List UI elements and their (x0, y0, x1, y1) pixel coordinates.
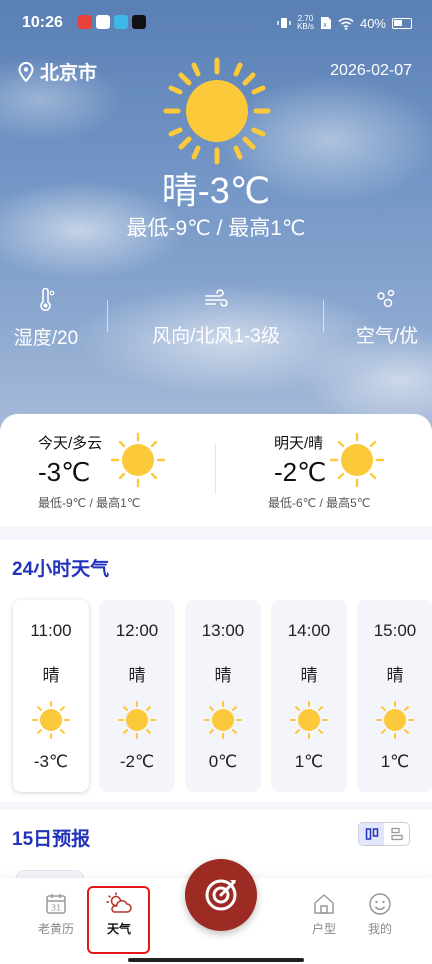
humidity: 湿度/20 (6, 287, 86, 350)
today-range: 最低-9℃ / 最高1℃ (38, 496, 141, 510)
wind-icon (205, 289, 228, 307)
hour-time: 13:00 (201, 621, 245, 640)
view-toggle[interactable] (358, 822, 410, 846)
hour-temp: 1℃ (380, 752, 410, 771)
nav-calendar-label: 老黄历 (37, 922, 74, 936)
sun-icon (118, 701, 156, 739)
forecast-title: 15日预报 (12, 829, 91, 850)
temp-range: 最低-9℃ / 最高1℃ (126, 217, 306, 240)
air-quality: 空气/优 (346, 288, 428, 348)
status-app-icons (78, 15, 146, 29)
app-notification-icon (114, 15, 128, 29)
nav-house-label: 户型 (311, 922, 336, 936)
divider (107, 300, 108, 332)
svg-text:31: 31 (51, 904, 61, 913)
sun-icon (290, 701, 328, 739)
location-pin-icon (18, 61, 34, 82)
calendar-icon: 31 (46, 894, 66, 914)
hour-condition: 晴 (128, 666, 146, 685)
list-view-icon (390, 827, 403, 841)
hour-temp: 1℃ (294, 752, 324, 771)
sun-icon (329, 432, 385, 488)
list-view-button[interactable] (384, 823, 409, 845)
svg-text:x: x (323, 21, 327, 29)
net-speed: 2.70 KB/s (297, 15, 314, 31)
hour-temp: -2℃ (119, 752, 155, 771)
sun-icon (32, 701, 70, 739)
hour-condition: 晴 (214, 666, 232, 685)
thermometer-icon (40, 287, 55, 311)
current-date: 2026-02-07 (330, 62, 412, 79)
hour-temp: -3℃ (33, 752, 69, 771)
current-weather: 晴-3℃ (161, 170, 271, 211)
target-icon (205, 879, 237, 911)
air-icon (377, 289, 395, 308)
nav-house[interactable]: 户型 (294, 892, 354, 937)
net-speed-unit: KB/s (297, 22, 314, 31)
tiktok-icon (132, 15, 146, 29)
nav-calendar[interactable]: 31 老黄历 (26, 892, 86, 937)
hour-time: 12:00 (115, 621, 159, 640)
hour-time: 11:00 (30, 621, 72, 640)
sun-icon (376, 701, 414, 739)
hour-card[interactable]: 12:00 晴 -2℃ (99, 600, 175, 792)
wind: 风向/北风1-3级 (136, 288, 296, 348)
hour-card[interactable]: 13:00 晴 0℃ (185, 600, 261, 792)
hour-card[interactable]: 15:00 晴 1℃ (357, 600, 432, 792)
sun-icon (204, 701, 242, 739)
smiley-icon (369, 893, 391, 915)
city-name: 北京市 (40, 63, 98, 84)
hour-card[interactable]: 11:00 晴 -3℃ (13, 600, 89, 792)
humidity-label: 湿度/20 (13, 328, 79, 349)
card-view-button[interactable] (359, 823, 384, 845)
location[interactable]: 北京市 (18, 58, 97, 85)
hour-card[interactable]: 14:00 晴 1℃ (271, 600, 347, 792)
battery-percent: 40% (359, 15, 386, 31)
selection-highlight (87, 886, 150, 954)
divider (323, 300, 324, 332)
home-indicator (128, 958, 304, 962)
app-notification-icon (78, 15, 92, 29)
weather-details: 湿度/20 风向/北风1-3级 空气/优 (0, 287, 432, 350)
card-view-icon (365, 828, 378, 840)
tomorrow-range: 最低-6℃ / 最高5℃ (268, 496, 371, 510)
wifi-icon (338, 17, 354, 30)
vibrate-icon (277, 18, 291, 28)
wind-label: 风向/北风1-3级 (152, 326, 280, 347)
status-indicators: 2.70 KB/s x 40% (277, 15, 412, 31)
hour-time: 14:00 (287, 621, 331, 640)
nav-mine-label: 我的 (367, 922, 392, 936)
app-notification-icon (96, 15, 110, 29)
hour-temp: 0℃ (208, 752, 238, 771)
hourly-title: 24小时天气 (12, 559, 110, 580)
hour-condition: 晴 (386, 666, 404, 685)
battery-icon (392, 17, 412, 29)
house-icon (314, 894, 334, 914)
today-tomorrow-card: 今天/多云 -3℃ 最低-9℃ / 最高1℃ 明天/晴 -2℃ 最低-6℃ / … (0, 414, 432, 526)
sun-icon (163, 57, 271, 165)
status-time: 10:26 (22, 14, 63, 31)
hour-time: 15:00 (373, 621, 417, 640)
divider (215, 444, 216, 494)
status-bar: 10:26 2.70 KB/s x 40% (0, 0, 432, 44)
nav-mine[interactable]: 我的 (350, 892, 410, 937)
hour-condition: 晴 (42, 666, 60, 685)
hourly-forecast: 24小时天气 11:00 晴 -3℃ 12:00 晴 -2℃ 13:00 晴 0… (0, 540, 432, 802)
sun-icon (110, 432, 166, 488)
air-label: 空气/优 (355, 326, 419, 347)
compass-button[interactable] (185, 859, 257, 931)
hour-condition: 晴 (300, 666, 318, 685)
sim-icon: x (320, 17, 331, 29)
